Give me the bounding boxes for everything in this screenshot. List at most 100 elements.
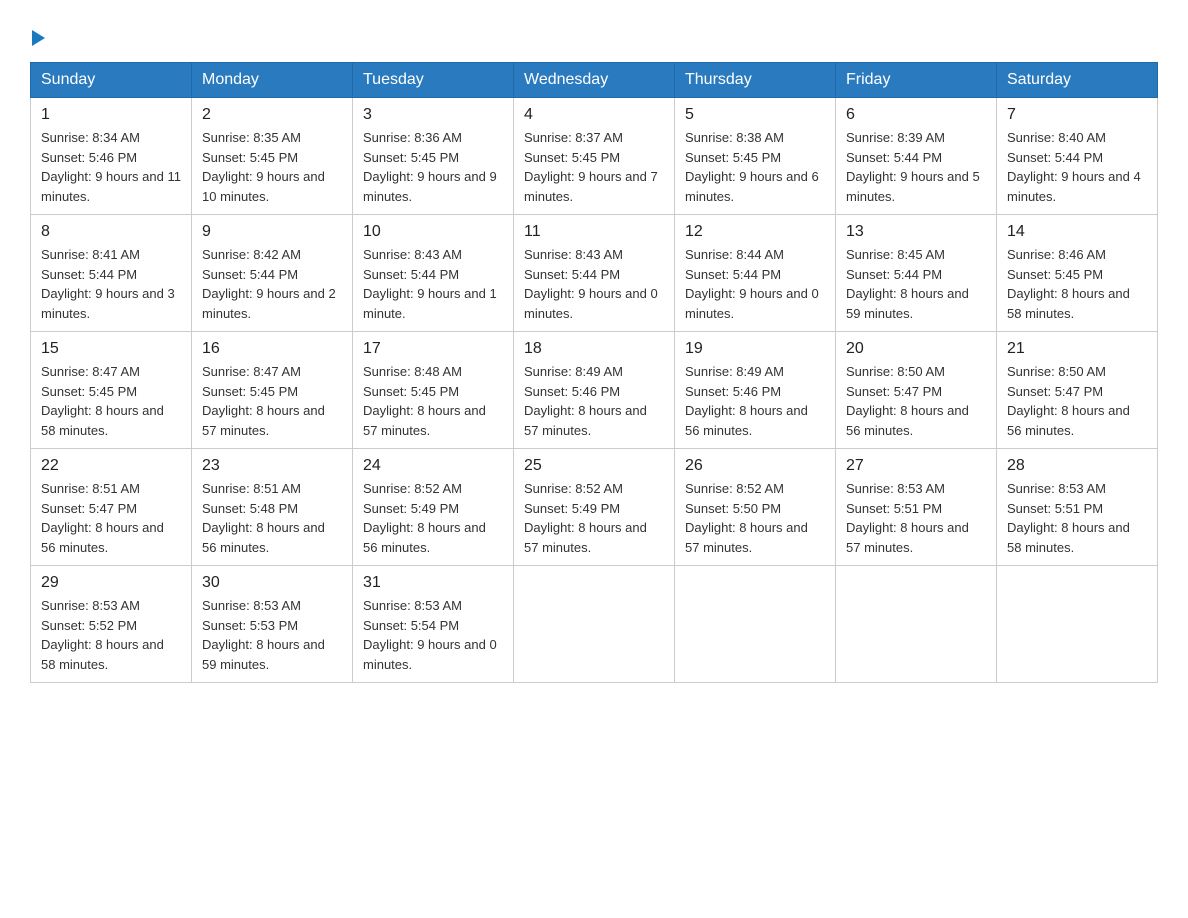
table-row: 30 Sunrise: 8:53 AMSunset: 5:53 PMDaylig… <box>192 566 353 683</box>
calendar-week-row: 22 Sunrise: 8:51 AMSunset: 5:47 PMDaylig… <box>31 449 1158 566</box>
day-info: Sunrise: 8:43 AMSunset: 5:44 PMDaylight:… <box>524 247 658 321</box>
day-info: Sunrise: 8:47 AMSunset: 5:45 PMDaylight:… <box>41 364 164 438</box>
day-info: Sunrise: 8:53 AMSunset: 5:52 PMDaylight:… <box>41 598 164 672</box>
day-number: 23 <box>202 457 342 475</box>
table-row <box>675 566 836 683</box>
day-number: 30 <box>202 574 342 592</box>
table-row: 2 Sunrise: 8:35 AMSunset: 5:45 PMDayligh… <box>192 98 353 215</box>
table-row: 23 Sunrise: 8:51 AMSunset: 5:48 PMDaylig… <box>192 449 353 566</box>
day-info: Sunrise: 8:49 AMSunset: 5:46 PMDaylight:… <box>524 364 647 438</box>
day-info: Sunrise: 8:43 AMSunset: 5:44 PMDaylight:… <box>363 247 497 321</box>
table-row: 8 Sunrise: 8:41 AMSunset: 5:44 PMDayligh… <box>31 215 192 332</box>
table-row: 19 Sunrise: 8:49 AMSunset: 5:46 PMDaylig… <box>675 332 836 449</box>
day-number: 25 <box>524 457 664 475</box>
table-row <box>997 566 1158 683</box>
day-number: 20 <box>846 340 986 358</box>
table-row: 6 Sunrise: 8:39 AMSunset: 5:44 PMDayligh… <box>836 98 997 215</box>
col-thursday: Thursday <box>675 63 836 98</box>
table-row: 14 Sunrise: 8:46 AMSunset: 5:45 PMDaylig… <box>997 215 1158 332</box>
table-row: 28 Sunrise: 8:53 AMSunset: 5:51 PMDaylig… <box>997 449 1158 566</box>
day-info: Sunrise: 8:34 AMSunset: 5:46 PMDaylight:… <box>41 130 181 204</box>
day-info: Sunrise: 8:47 AMSunset: 5:45 PMDaylight:… <box>202 364 325 438</box>
day-number: 5 <box>685 106 825 124</box>
table-row: 22 Sunrise: 8:51 AMSunset: 5:47 PMDaylig… <box>31 449 192 566</box>
col-monday: Monday <box>192 63 353 98</box>
table-row: 10 Sunrise: 8:43 AMSunset: 5:44 PMDaylig… <box>353 215 514 332</box>
calendar-week-row: 29 Sunrise: 8:53 AMSunset: 5:52 PMDaylig… <box>31 566 1158 683</box>
day-info: Sunrise: 8:46 AMSunset: 5:45 PMDaylight:… <box>1007 247 1130 321</box>
table-row: 27 Sunrise: 8:53 AMSunset: 5:51 PMDaylig… <box>836 449 997 566</box>
day-number: 13 <box>846 223 986 241</box>
table-row: 11 Sunrise: 8:43 AMSunset: 5:44 PMDaylig… <box>514 215 675 332</box>
table-row: 15 Sunrise: 8:47 AMSunset: 5:45 PMDaylig… <box>31 332 192 449</box>
table-row: 13 Sunrise: 8:45 AMSunset: 5:44 PMDaylig… <box>836 215 997 332</box>
day-info: Sunrise: 8:51 AMSunset: 5:47 PMDaylight:… <box>41 481 164 555</box>
calendar-header-row: Sunday Monday Tuesday Wednesday Thursday… <box>31 63 1158 98</box>
day-info: Sunrise: 8:49 AMSunset: 5:46 PMDaylight:… <box>685 364 808 438</box>
day-number: 4 <box>524 106 664 124</box>
day-number: 27 <box>846 457 986 475</box>
col-tuesday: Tuesday <box>353 63 514 98</box>
logo-arrow-icon <box>32 30 45 46</box>
col-saturday: Saturday <box>997 63 1158 98</box>
table-row: 20 Sunrise: 8:50 AMSunset: 5:47 PMDaylig… <box>836 332 997 449</box>
calendar-week-row: 8 Sunrise: 8:41 AMSunset: 5:44 PMDayligh… <box>31 215 1158 332</box>
day-info: Sunrise: 8:37 AMSunset: 5:45 PMDaylight:… <box>524 130 658 204</box>
day-number: 12 <box>685 223 825 241</box>
col-friday: Friday <box>836 63 997 98</box>
table-row <box>836 566 997 683</box>
day-info: Sunrise: 8:52 AMSunset: 5:49 PMDaylight:… <box>363 481 486 555</box>
table-row: 4 Sunrise: 8:37 AMSunset: 5:45 PMDayligh… <box>514 98 675 215</box>
day-number: 7 <box>1007 106 1147 124</box>
day-info: Sunrise: 8:40 AMSunset: 5:44 PMDaylight:… <box>1007 130 1141 204</box>
table-row: 17 Sunrise: 8:48 AMSunset: 5:45 PMDaylig… <box>353 332 514 449</box>
calendar-week-row: 15 Sunrise: 8:47 AMSunset: 5:45 PMDaylig… <box>31 332 1158 449</box>
day-info: Sunrise: 8:35 AMSunset: 5:45 PMDaylight:… <box>202 130 325 204</box>
table-row: 1 Sunrise: 8:34 AMSunset: 5:46 PMDayligh… <box>31 98 192 215</box>
day-number: 22 <box>41 457 181 475</box>
day-number: 6 <box>846 106 986 124</box>
day-number: 17 <box>363 340 503 358</box>
table-row: 18 Sunrise: 8:49 AMSunset: 5:46 PMDaylig… <box>514 332 675 449</box>
table-row: 5 Sunrise: 8:38 AMSunset: 5:45 PMDayligh… <box>675 98 836 215</box>
calendar-week-row: 1 Sunrise: 8:34 AMSunset: 5:46 PMDayligh… <box>31 98 1158 215</box>
day-number: 28 <box>1007 457 1147 475</box>
day-info: Sunrise: 8:39 AMSunset: 5:44 PMDaylight:… <box>846 130 980 204</box>
day-number: 26 <box>685 457 825 475</box>
day-info: Sunrise: 8:42 AMSunset: 5:44 PMDaylight:… <box>202 247 336 321</box>
day-info: Sunrise: 8:50 AMSunset: 5:47 PMDaylight:… <box>846 364 969 438</box>
day-info: Sunrise: 8:53 AMSunset: 5:53 PMDaylight:… <box>202 598 325 672</box>
day-number: 2 <box>202 106 342 124</box>
table-row: 31 Sunrise: 8:53 AMSunset: 5:54 PMDaylig… <box>353 566 514 683</box>
table-row: 12 Sunrise: 8:44 AMSunset: 5:44 PMDaylig… <box>675 215 836 332</box>
day-info: Sunrise: 8:45 AMSunset: 5:44 PMDaylight:… <box>846 247 969 321</box>
day-number: 18 <box>524 340 664 358</box>
day-info: Sunrise: 8:53 AMSunset: 5:51 PMDaylight:… <box>846 481 969 555</box>
table-row: 9 Sunrise: 8:42 AMSunset: 5:44 PMDayligh… <box>192 215 353 332</box>
table-row: 26 Sunrise: 8:52 AMSunset: 5:50 PMDaylig… <box>675 449 836 566</box>
day-number: 14 <box>1007 223 1147 241</box>
day-info: Sunrise: 8:41 AMSunset: 5:44 PMDaylight:… <box>41 247 175 321</box>
page-header <box>30 30 1158 42</box>
day-number: 10 <box>363 223 503 241</box>
day-number: 16 <box>202 340 342 358</box>
table-row: 25 Sunrise: 8:52 AMSunset: 5:49 PMDaylig… <box>514 449 675 566</box>
day-info: Sunrise: 8:53 AMSunset: 5:51 PMDaylight:… <box>1007 481 1130 555</box>
day-info: Sunrise: 8:36 AMSunset: 5:45 PMDaylight:… <box>363 130 497 204</box>
day-number: 24 <box>363 457 503 475</box>
table-row <box>514 566 675 683</box>
day-info: Sunrise: 8:51 AMSunset: 5:48 PMDaylight:… <box>202 481 325 555</box>
col-sunday: Sunday <box>31 63 192 98</box>
logo <box>30 30 45 42</box>
day-number: 8 <box>41 223 181 241</box>
day-number: 11 <box>524 223 664 241</box>
table-row: 24 Sunrise: 8:52 AMSunset: 5:49 PMDaylig… <box>353 449 514 566</box>
day-info: Sunrise: 8:52 AMSunset: 5:49 PMDaylight:… <box>524 481 647 555</box>
day-number: 31 <box>363 574 503 592</box>
day-info: Sunrise: 8:52 AMSunset: 5:50 PMDaylight:… <box>685 481 808 555</box>
calendar-table: Sunday Monday Tuesday Wednesday Thursday… <box>30 62 1158 683</box>
day-info: Sunrise: 8:53 AMSunset: 5:54 PMDaylight:… <box>363 598 497 672</box>
day-number: 21 <box>1007 340 1147 358</box>
day-info: Sunrise: 8:44 AMSunset: 5:44 PMDaylight:… <box>685 247 819 321</box>
day-info: Sunrise: 8:38 AMSunset: 5:45 PMDaylight:… <box>685 130 819 204</box>
